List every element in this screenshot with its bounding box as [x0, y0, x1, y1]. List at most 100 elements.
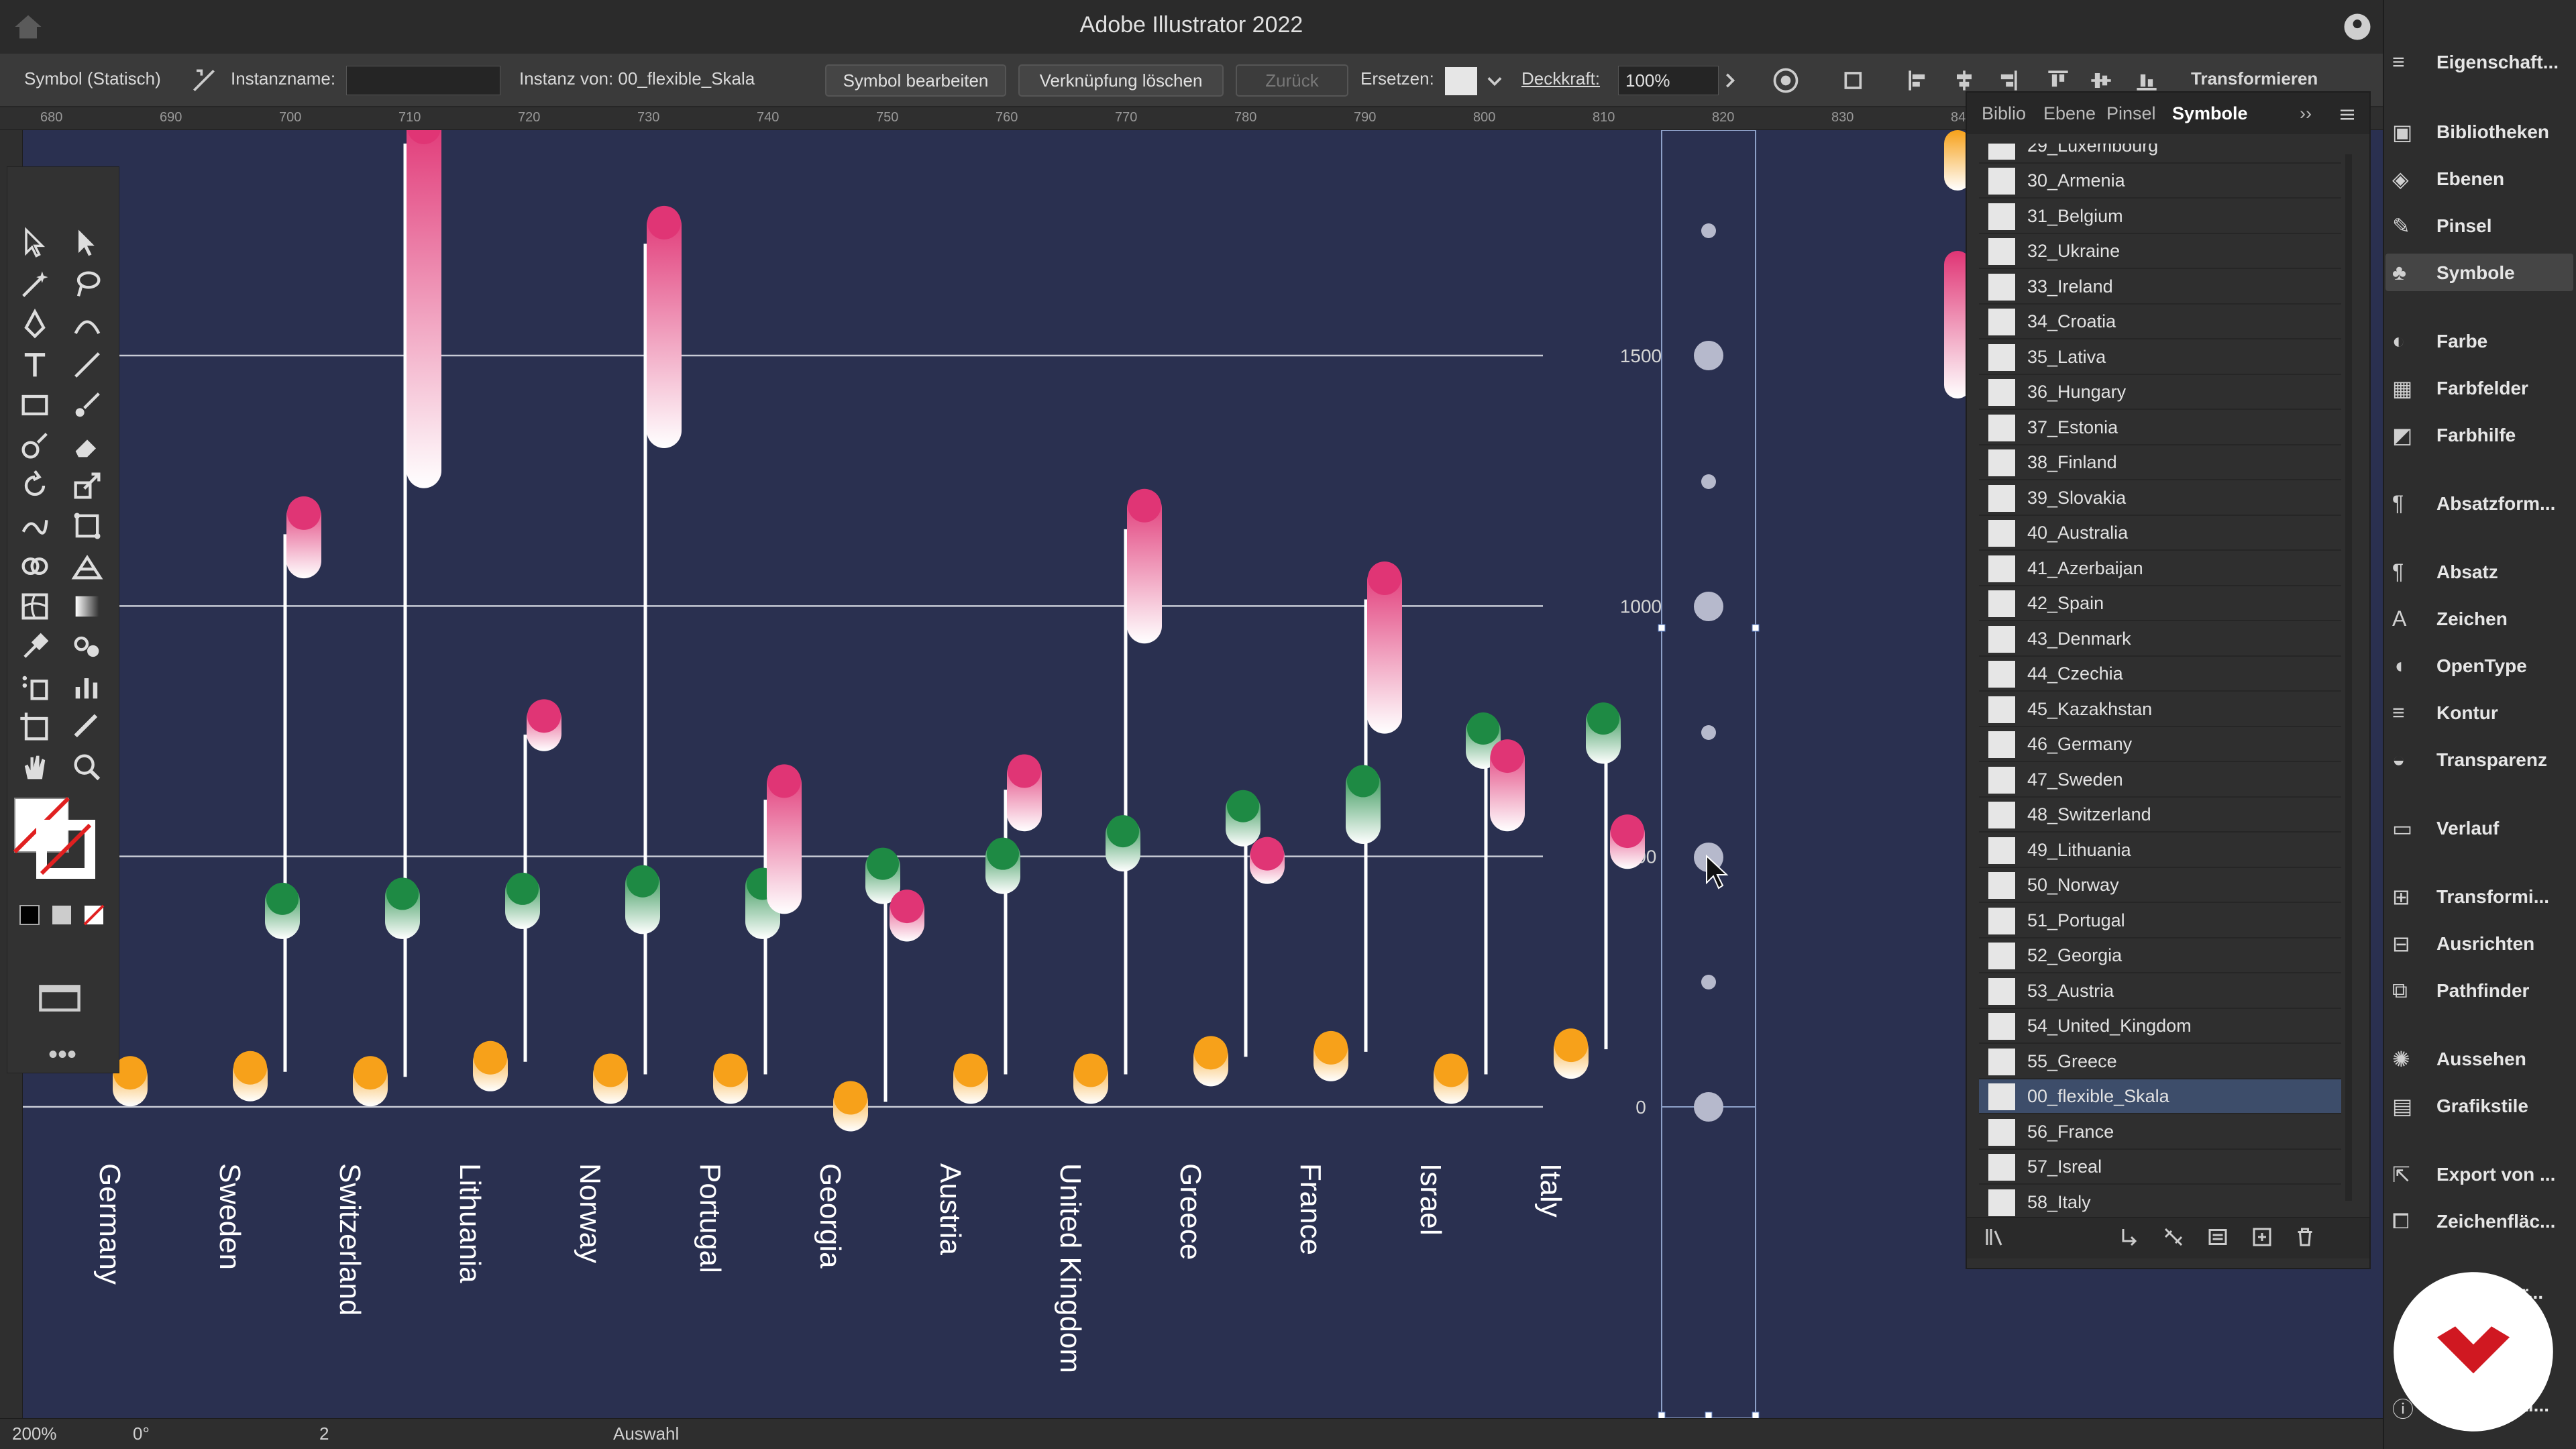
dock-item[interactable]: ✺ Aussehen — [2385, 1040, 2573, 1077]
shape-builder-icon[interactable] — [17, 549, 52, 584]
blend-tool-icon[interactable] — [70, 629, 105, 664]
symbol-list-item[interactable]: 54_United_Kingdom — [1979, 1009, 2341, 1044]
rectangle-tool-icon[interactable] — [17, 388, 52, 423]
scale-tool-icon[interactable] — [70, 468, 105, 503]
symbol-list-item[interactable]: 36_Hungary — [1979, 375, 2341, 410]
recolor-icon[interactable] — [1771, 66, 1801, 95]
dock-item[interactable]: ⊟ Ausrichten — [2385, 924, 2573, 962]
symbol-list-item[interactable]: 47_Sweden — [1979, 763, 2341, 798]
symbol-list-item[interactable]: 53_Austria — [1979, 974, 2341, 1009]
symbol-list-scrollbar[interactable] — [2345, 154, 2352, 1201]
symbol-list[interactable]: 29_Luxembourg 30_Armenia 31_Belgium 32_Ukra… — [1979, 144, 2341, 1217]
line-tool-icon[interactable] — [70, 347, 105, 382]
symbol-list-item[interactable]: 46_Germany — [1979, 727, 2341, 762]
symbol-list-item[interactable]: 42_Spain — [1979, 586, 2341, 621]
symbol-list-item[interactable]: 41_Azerbaijan — [1979, 551, 2341, 586]
learn-icon[interactable] — [2340, 9, 2375, 44]
symbol-list-item[interactable]: 29_Luxembourg — [1979, 144, 2341, 164]
tab-symbols[interactable]: Symbole — [2172, 103, 2248, 124]
symbol-list-item[interactable]: 43_Denmark — [1979, 622, 2341, 657]
dock-item[interactable]: ✎ Pinsel — [2385, 207, 2573, 244]
symbol-list-item[interactable]: 30_Armenia — [1979, 164, 2341, 199]
break-link-icon[interactable] — [2161, 1225, 2186, 1249]
symbol-sprayer-icon[interactable] — [17, 669, 52, 704]
symbol-options-icon[interactable] — [2206, 1225, 2230, 1249]
zoom-tool-icon[interactable] — [70, 750, 105, 785]
symbol-list-item[interactable]: 37_Estonia — [1979, 411, 2341, 445]
dock-item[interactable]: ⧠ Zeichenfläc... — [2385, 1202, 2573, 1240]
curvature-tool-icon[interactable] — [70, 307, 105, 342]
symbol-list-item[interactable]: 33_Ireland — [1979, 270, 2341, 305]
dock-item[interactable]: ≡ Eigenschaft... — [2385, 43, 2573, 80]
trash-icon[interactable] — [2293, 1225, 2317, 1249]
opacity-label[interactable]: Deckkraft: — [1521, 68, 1600, 89]
symbol-list-item[interactable]: 31_Belgium — [1979, 199, 2341, 234]
mesh-tool-icon[interactable] — [17, 589, 52, 624]
symbol-list-item[interactable]: 50_Norway — [1979, 868, 2341, 903]
dock-item[interactable]: ⊞ Transformi... — [2385, 877, 2573, 915]
tab-layers[interactable]: Ebene — [2043, 103, 2096, 124]
dock-item[interactable]: ◖ OpenType — [2385, 647, 2573, 684]
edit-symbol-button[interactable]: Symbol bearbeiten — [825, 64, 1006, 97]
panel-menu-icon[interactable] — [2337, 105, 2357, 125]
lasso-icon[interactable] — [70, 267, 105, 302]
brand-badge[interactable] — [2383, 1261, 2564, 1442]
dock-item[interactable]: ▤ Grafikstile — [2385, 1087, 2573, 1124]
eyedropper-icon[interactable] — [17, 629, 52, 664]
new-symbol-icon[interactable] — [2250, 1225, 2274, 1249]
align-left-icon[interactable] — [1904, 66, 1933, 95]
symbol-list-item[interactable]: 34_Croatia — [1979, 305, 2341, 339]
symbol-list-item[interactable]: 32_Ukraine — [1979, 234, 2341, 269]
screen-mode-icon[interactable] — [36, 983, 83, 1013]
dock-item[interactable]: ▣ Bibliotheken — [2385, 113, 2573, 150]
rotate-tool-icon[interactable] — [17, 468, 52, 503]
dock-item[interactable]: A Zeichen — [2385, 600, 2573, 637]
reset-button[interactable]: Zurück — [1236, 64, 1348, 97]
perspective-grid-icon[interactable] — [70, 549, 105, 584]
symbol-list-item[interactable]: 35_Lativa — [1979, 340, 2341, 375]
symbol-library-icon[interactable] — [1983, 1225, 2007, 1249]
zoom-level[interactable]: 200% — [12, 1424, 57, 1444]
warp-tool-icon[interactable] — [17, 508, 52, 543]
arrange-icon[interactable] — [1841, 66, 1870, 95]
symbol-icon[interactable] — [189, 66, 219, 95]
dock-item[interactable]: ¶ Absatz — [2385, 553, 2573, 590]
symbol-list-item[interactable]: 56_France — [1979, 1115, 2341, 1150]
eraser-icon[interactable] — [70, 428, 105, 463]
hand-tool-icon[interactable] — [17, 750, 52, 785]
instance-name-input[interactable] — [346, 66, 500, 95]
symbol-list-item[interactable]: 51_Portugal — [1979, 904, 2341, 938]
symbol-list-item[interactable]: 48_Switzerland — [1979, 798, 2341, 833]
fill-stroke-icon[interactable] — [12, 796, 95, 884]
transform-link[interactable]: Transformieren — [2191, 68, 2318, 89]
symbol-list-item[interactable]: 58_Italy — [1979, 1185, 2341, 1218]
dock-item[interactable]: ⇱ Export von ... — [2385, 1155, 2573, 1193]
symbol-list-item[interactable]: 39_Slovakia — [1979, 481, 2341, 516]
pen-tool-icon[interactable] — [17, 307, 52, 342]
symbol-list-item[interactable]: 38_Finland — [1979, 445, 2341, 480]
dock-item[interactable]: ¶ Absatzform... — [2385, 484, 2573, 522]
tab-libraries[interactable]: Biblio — [1982, 103, 2026, 124]
symbol-list-item[interactable]: 57_Isreal — [1979, 1150, 2341, 1185]
artboard-number[interactable]: 2 — [319, 1424, 329, 1444]
tab-brushes[interactable]: Pinsel — [2106, 103, 2156, 124]
symbol-list-item[interactable]: 44_Czechia — [1979, 657, 2341, 692]
gradient-tool-icon[interactable] — [70, 589, 105, 624]
panel-expand-icon[interactable]: ›› — [2300, 103, 2312, 124]
symbol-list-item[interactable]: 00_flexible_Skala — [1979, 1079, 2341, 1114]
place-symbol-icon[interactable] — [2117, 1225, 2141, 1249]
symbol-list-item[interactable]: 49_Lithuania — [1979, 833, 2341, 868]
home-icon[interactable] — [11, 9, 46, 44]
paintbrush-icon[interactable] — [70, 388, 105, 423]
rotation-value[interactable]: 0° — [133, 1424, 150, 1444]
opacity-input[interactable]: 100% — [1618, 66, 1719, 95]
dock-item[interactable]: ◈ Ebenen — [2385, 160, 2573, 197]
type-tool-icon[interactable] — [17, 347, 52, 382]
shaper-tool-icon[interactable] — [17, 428, 52, 463]
replace-swatch[interactable] — [1445, 67, 1477, 95]
symbol-list-item[interactable]: 40_Australia — [1979, 516, 2341, 551]
dock-item[interactable]: ▦ Farbfelder — [2385, 369, 2573, 407]
chevron-right-icon[interactable] — [1715, 66, 1744, 95]
dock-item[interactable]: ≡ Kontur — [2385, 694, 2573, 731]
direct-selection-tool-icon[interactable] — [70, 225, 105, 260]
